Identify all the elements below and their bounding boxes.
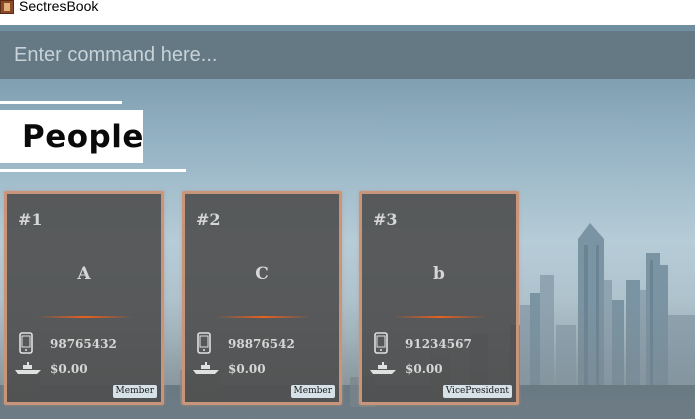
phone-icon bbox=[19, 332, 33, 354]
card-index: #2 bbox=[196, 210, 221, 229]
app-background: People #1 A 98765432 $0.00 Member #2 C 9… bbox=[0, 25, 695, 419]
role-tag: VicePresident bbox=[442, 385, 512, 398]
card-divider bbox=[215, 316, 311, 318]
card-index: #3 bbox=[373, 210, 398, 229]
phone-number: 98876542 bbox=[228, 337, 295, 351]
money-amount: $0.00 bbox=[228, 362, 266, 376]
person-card[interactable]: #3 b 91234567 $0.00 VicePresident bbox=[359, 191, 519, 405]
phone-number: 98765432 bbox=[50, 337, 117, 351]
ship-icon bbox=[15, 362, 41, 374]
book-icon bbox=[0, 0, 14, 14]
money-amount: $0.00 bbox=[405, 362, 443, 376]
role-tag: Member bbox=[112, 385, 157, 398]
person-name: A bbox=[77, 264, 91, 284]
person-card[interactable]: #1 A 98765432 $0.00 Member bbox=[4, 191, 164, 405]
ship-icon bbox=[193, 362, 219, 374]
header-rule-top bbox=[0, 101, 122, 104]
person-card[interactable]: #2 C 98876542 $0.00 Member bbox=[182, 191, 342, 405]
header-rule-bottom bbox=[0, 169, 186, 172]
person-name: b bbox=[433, 264, 445, 284]
phone-number: 91234567 bbox=[405, 337, 472, 351]
section-header: People bbox=[0, 110, 143, 163]
phone-icon bbox=[197, 332, 211, 354]
section-title: People bbox=[22, 118, 144, 155]
title-bar: SectresBook bbox=[0, 0, 695, 25]
card-divider bbox=[37, 316, 133, 318]
command-input[interactable] bbox=[0, 31, 695, 79]
person-name: C bbox=[255, 264, 269, 284]
card-index: #1 bbox=[18, 210, 43, 229]
ship-icon bbox=[370, 362, 396, 374]
card-divider bbox=[392, 316, 488, 318]
role-tag: Member bbox=[290, 385, 335, 398]
window-title: SectresBook bbox=[19, 0, 99, 14]
phone-icon bbox=[374, 332, 388, 354]
money-amount: $0.00 bbox=[50, 362, 88, 376]
